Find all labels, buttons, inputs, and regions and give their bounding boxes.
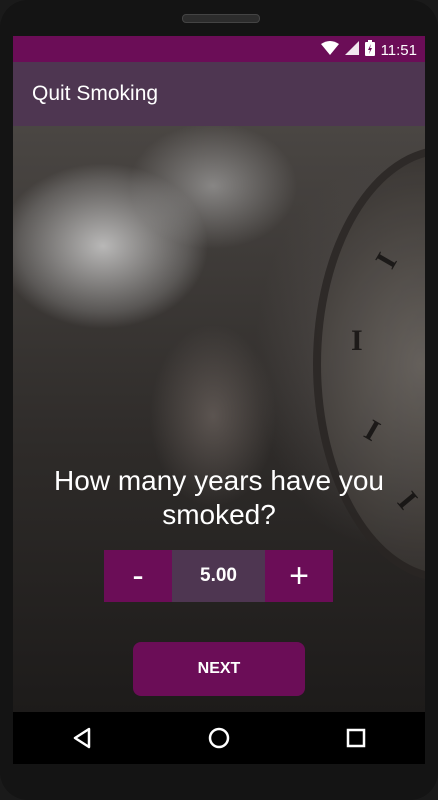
status-time: 11:51 (380, 41, 417, 59)
question-text: How many years have you smoked? (54, 465, 384, 530)
nav-bar (13, 712, 425, 764)
years-value: 5.00 (172, 550, 265, 602)
background-photo: I I I I How many years have you smoked? … (13, 126, 425, 712)
clock-numeral: I (351, 324, 363, 357)
speaker-grille (182, 14, 260, 23)
phone-frame: 11:51 Quit Smoking I I I I How many year… (0, 0, 438, 800)
back-icon[interactable] (58, 714, 106, 762)
battery-icon (364, 40, 375, 60)
clock-numeral: I (358, 413, 386, 448)
clock-numeral: I (369, 247, 404, 275)
app-bar: Quit Smoking (13, 62, 425, 126)
status-bar: 11:51 (13, 36, 425, 62)
app-title: Quit Smoking (32, 82, 159, 105)
screen: 11:51 Quit Smoking I I I I How many year… (13, 36, 425, 712)
decrement-button[interactable]: - (104, 550, 172, 602)
wifi-icon (320, 41, 339, 59)
signal-icon (344, 41, 359, 59)
home-icon[interactable] (195, 714, 243, 762)
years-stepper: - 5.00 + (104, 550, 333, 602)
status-icons: 11:51 (320, 40, 417, 60)
recents-icon[interactable] (332, 714, 380, 762)
increment-button[interactable]: + (265, 550, 333, 602)
next-button[interactable]: NEXT (133, 642, 305, 696)
